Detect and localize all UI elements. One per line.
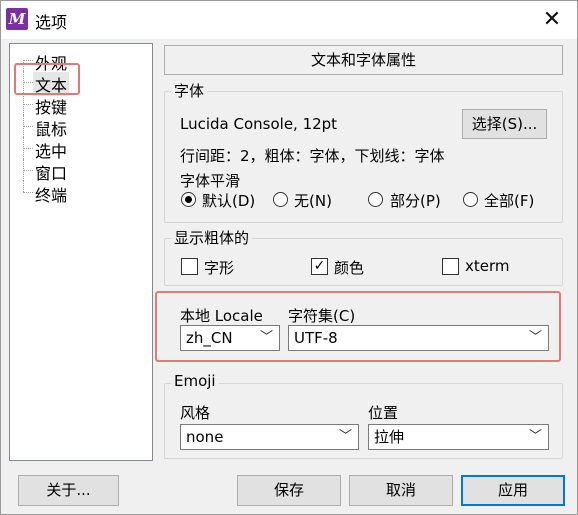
smoothing-default-radio[interactable]	[181, 192, 196, 207]
app-logo-icon: M	[6, 8, 28, 30]
about-button-label: 关于...	[46, 481, 91, 499]
smoothing-label: 字体平滑	[180, 172, 241, 190]
category-tree: 外观 文本 按键 鼠标 选中 窗口 终端	[9, 43, 153, 461]
font-name-text: Lucida Console, 12pt	[180, 115, 338, 133]
close-icon[interactable]: ✕	[539, 7, 565, 33]
emoji-position-value: 拉伸	[374, 428, 405, 446]
cancel-button-label: 取消	[385, 481, 416, 499]
smoothing-partial-radio[interactable]	[368, 192, 383, 207]
tree-highlight-box	[14, 63, 80, 95]
chevron-down-icon: ﹀	[528, 429, 542, 444]
apply-button[interactable]: 应用	[461, 475, 565, 506]
font-group-title: 字体	[171, 80, 208, 101]
smoothing-none-label[interactable]: 无(N)	[294, 190, 332, 211]
font-details-text: 行间距：2，粗体：字体，下划线：字体	[180, 147, 445, 165]
tree-item-mouse[interactable]: 鼠标	[10, 115, 150, 139]
bold-color-label[interactable]: 颜色	[334, 257, 364, 278]
tree-item-window[interactable]: 窗口	[10, 159, 150, 183]
tree-item-selection[interactable]: 选中	[10, 137, 150, 161]
emoji-style-select[interactable]: none ﹀	[180, 424, 359, 450]
smoothing-none-radio[interactable]	[273, 192, 288, 207]
locale-highlight-box	[155, 291, 561, 362]
tree-item-label: 终端	[35, 186, 68, 205]
choose-font-button[interactable]: 选择(S)...	[462, 109, 547, 139]
bold-glyph-checkbox[interactable]	[181, 258, 198, 275]
cancel-button[interactable]: 取消	[349, 475, 453, 506]
chevron-down-icon: ﹀	[338, 429, 352, 444]
bold-xterm-label[interactable]: xterm	[465, 257, 510, 275]
save-button[interactable]: 保存	[237, 475, 341, 506]
smoothing-full-radio[interactable]	[463, 192, 478, 207]
bold-glyph-label[interactable]: 字形	[204, 257, 234, 278]
tree-item-keys[interactable]: 按键	[10, 93, 150, 117]
bold-color-checkbox[interactable]: ✓	[311, 258, 328, 275]
bold-xterm-checkbox[interactable]	[442, 258, 459, 275]
choose-font-button-label: 选择(S)...	[471, 115, 538, 133]
options-dialog: M 选项 ✕ 外观 文本 按键 鼠标 选中 窗口 终端 文本和字体属性 字体 L…	[0, 0, 578, 515]
save-button-label: 保存	[273, 481, 304, 499]
emoji-position-label: 位置	[368, 404, 399, 422]
page-title: 文本和字体属性	[164, 45, 563, 75]
emoji-group-title: Emoji	[171, 372, 219, 390]
emoji-style-label: 风格	[180, 404, 211, 422]
smoothing-default-label[interactable]: 默认(D)	[202, 190, 255, 211]
title-bar: M 选项 ✕	[1, 1, 577, 39]
smoothing-partial-label[interactable]: 部分(P)	[390, 190, 441, 211]
tree-item-terminal[interactable]: 终端	[10, 181, 150, 205]
emoji-style-value: none	[186, 428, 224, 446]
apply-button-label: 应用	[497, 481, 528, 499]
window-title: 选项	[35, 13, 68, 32]
emoji-position-select[interactable]: 拉伸 ﹀	[368, 424, 549, 450]
smoothing-full-label[interactable]: 全部(F)	[484, 190, 534, 211]
bold-group-title: 显示粗体的	[171, 227, 253, 248]
about-button[interactable]: 关于...	[18, 475, 119, 506]
